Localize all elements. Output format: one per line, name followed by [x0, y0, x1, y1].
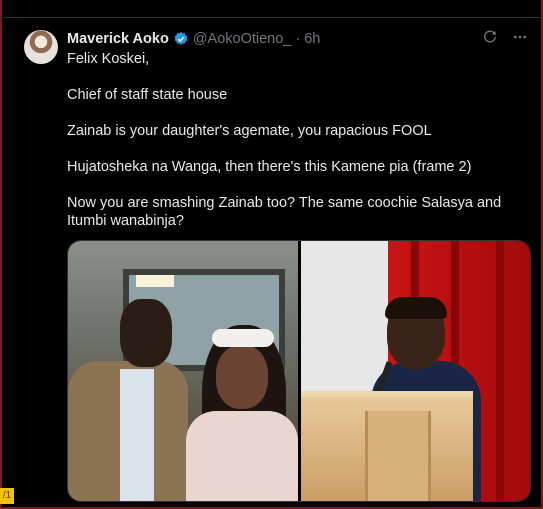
grok-icon[interactable]	[481, 29, 499, 50]
tweet-paragraph: Hujatosheka na Wanga, then there's this …	[67, 159, 472, 175]
photo-woman-headband	[212, 329, 274, 347]
photo-podium-panel	[364, 411, 431, 501]
tweet-actions	[481, 29, 529, 50]
tweet-header: Maverick Aoko @AokoOtieno_ · 6h	[67, 31, 320, 47]
photo-woman-face	[216, 345, 268, 409]
author-handle[interactable]: @AokoOtieno_	[193, 31, 292, 47]
separator-dot: ·	[295, 31, 301, 47]
photo-curtain-fold	[495, 241, 504, 501]
photo-woman-top	[186, 411, 298, 501]
media-photo-2[interactable]	[300, 241, 530, 501]
tweet-media[interactable]	[67, 240, 531, 502]
tweet-paragraph: Felix Koskei,	[67, 51, 150, 67]
author-name[interactable]: Maverick Aoko	[67, 31, 169, 47]
tweet-paragraph: Zainab is your daughter's agemate, you r…	[67, 123, 432, 139]
photo-man-shirt	[120, 369, 154, 501]
side-marker: /1	[0, 488, 14, 504]
photo-lamp	[136, 275, 174, 287]
verified-badge-icon	[174, 32, 188, 45]
photo-man-head	[120, 299, 172, 367]
tweet-paragraph: Now you are smashing Zainab too? The sam…	[67, 195, 502, 229]
tweet-text: Felix Koskei, Chief of staff state house…	[67, 50, 522, 248]
author-avatar[interactable]	[24, 30, 58, 64]
tweet-divider	[0, 17, 543, 18]
tweet-paragraph: Chief of staff state house	[67, 87, 228, 103]
tweet-time[interactable]: 6h	[304, 31, 320, 47]
photo-speaker-hair	[384, 297, 447, 319]
media-photo-1[interactable]	[68, 241, 298, 501]
more-icon[interactable]	[511, 29, 529, 50]
